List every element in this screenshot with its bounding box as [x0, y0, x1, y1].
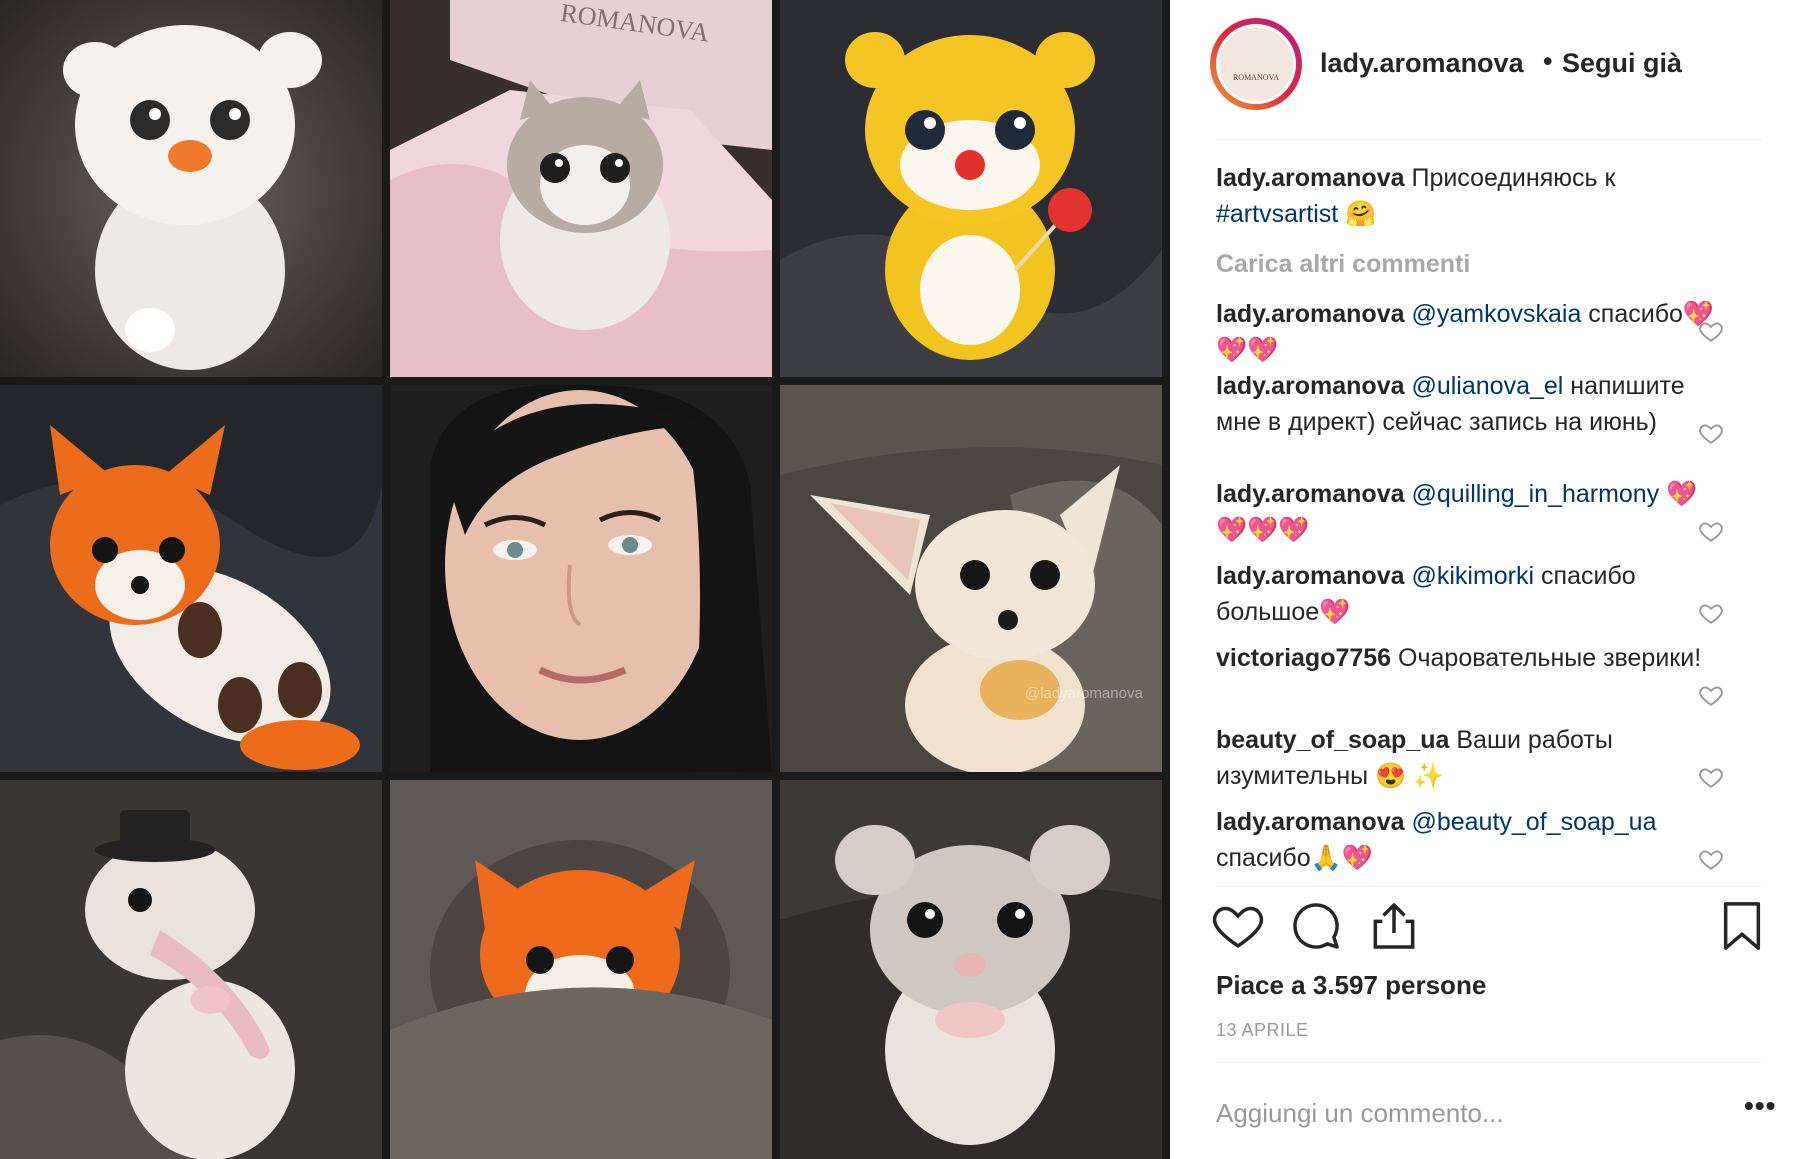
- heart-icon[interactable]: [1210, 898, 1266, 954]
- comment-item: victoriago7756 Очаровательные зверики!: [1216, 640, 1716, 676]
- comment-mention[interactable]: @quilling_in_harmony: [1411, 480, 1659, 508]
- caption-username[interactable]: lady.aromanova: [1216, 164, 1405, 192]
- caption: lady.aromanova Присоединяюсь к #artvsart…: [1216, 160, 1736, 232]
- follow-status-button[interactable]: Segui già: [1562, 48, 1682, 79]
- comment-like-heart-icon[interactable]: [1698, 420, 1724, 446]
- comment-mention[interactable]: @beauty_of_soap_ua: [1411, 808, 1656, 836]
- avatar[interactable]: ROMANOVA: [1216, 24, 1296, 104]
- load-more-comments-button[interactable]: Carica altri commenti: [1216, 250, 1470, 279]
- comment-item: lady.aromanova @beauty_of_soap_ua спасиб…: [1216, 804, 1716, 876]
- comment-username[interactable]: lady.aromanova: [1216, 300, 1405, 328]
- header-separator: •: [1543, 46, 1553, 76]
- caption-text: Присоединяюсь к: [1411, 164, 1616, 192]
- comment-like-heart-icon[interactable]: [1698, 318, 1724, 344]
- comment-item: lady.aromanova @kikimorki спасибо большо…: [1216, 558, 1716, 630]
- caption-hashtag[interactable]: #artvsartist: [1216, 200, 1338, 228]
- comment-username[interactable]: lady.aromanova: [1216, 372, 1405, 400]
- photo-fennec-fox: @ladyaromanova: [780, 385, 1162, 772]
- photo-woman-portrait: [390, 385, 772, 772]
- post-photo-collage[interactable]: ROMANOVA @ladyaromanova: [0, 0, 1170, 1159]
- header-divider: [1216, 139, 1762, 140]
- comment-like-heart-icon[interactable]: [1698, 846, 1724, 872]
- photo-kitten-in-box: ROMANOVA: [390, 0, 772, 377]
- comment-username[interactable]: victoriago7756: [1216, 644, 1391, 672]
- comment-item: lady.aromanova @ulianova_el напишите мне…: [1216, 368, 1716, 440]
- comment-username[interactable]: lady.aromanova: [1216, 480, 1405, 508]
- comment-username[interactable]: lady.aromanova: [1216, 562, 1405, 590]
- comment-icon[interactable]: [1288, 898, 1344, 954]
- photo-fox-in-pocket: [390, 780, 772, 1159]
- comment-like-heart-icon[interactable]: [1698, 600, 1724, 626]
- photo-grey-mouse: [780, 780, 1162, 1159]
- header-username[interactable]: lady.aromanova: [1320, 48, 1524, 79]
- share-icon[interactable]: [1366, 898, 1422, 954]
- comment-text: спасибо🙏💖: [1216, 844, 1373, 872]
- photo-watermark: @ladyaromanova: [1025, 685, 1143, 702]
- avatar-brand-text: ROMANOVA: [1232, 73, 1280, 82]
- comment-username[interactable]: beauty_of_soap_ua: [1216, 726, 1449, 754]
- photo-white-creature: [0, 0, 382, 377]
- post-details-panel: ROMANOVA lady.aromanova • Segui già lady…: [1170, 0, 1800, 1159]
- post-date[interactable]: 13 APRILE: [1216, 1020, 1309, 1041]
- comment-item: lady.aromanova @yamkovskaia спасибо💖💖💖: [1216, 296, 1716, 368]
- footer-divider: [1216, 1062, 1762, 1063]
- photo-yellow-bear: [780, 0, 1162, 377]
- comment-like-heart-icon[interactable]: [1698, 518, 1724, 544]
- comments-divider: [1216, 886, 1762, 887]
- comments-section[interactable]: lady.aromanova Присоединяюсь к #artvsart…: [1216, 160, 1762, 886]
- comment-text: Очаровательные зверики!: [1398, 644, 1702, 672]
- photo-orange-fox: [0, 385, 382, 772]
- bookmark-icon[interactable]: [1714, 898, 1770, 954]
- comment-like-heart-icon[interactable]: [1698, 764, 1724, 790]
- comment-mention[interactable]: @ulianova_el: [1411, 372, 1563, 400]
- comment-username[interactable]: lady.aromanova: [1216, 808, 1405, 836]
- comment-like-heart-icon[interactable]: [1698, 682, 1724, 708]
- comment-mention[interactable]: @kikimorki: [1411, 562, 1534, 590]
- comment-item: lady.aromanova @quilling_in_harmony 💖💖💖💖: [1216, 476, 1716, 548]
- comment-mention[interactable]: @yamkovskaia: [1411, 300, 1581, 328]
- photo-opossum: [0, 780, 382, 1159]
- more-options-icon[interactable]: •••: [1744, 1090, 1776, 1122]
- comment-item: beauty_of_soap_ua Ваши работы изумительн…: [1216, 722, 1716, 794]
- post-actions-bar: [1210, 898, 1770, 958]
- likes-count[interactable]: Piace a 3.597 persone: [1216, 970, 1486, 1001]
- post-header: ROMANOVA lady.aromanova • Segui già: [1170, 0, 1800, 140]
- caption-emoji: 🤗: [1345, 200, 1377, 228]
- avatar-story-ring[interactable]: ROMANOVA: [1210, 18, 1302, 110]
- add-comment-input[interactable]: Aggiungi un commento...: [1216, 1098, 1504, 1129]
